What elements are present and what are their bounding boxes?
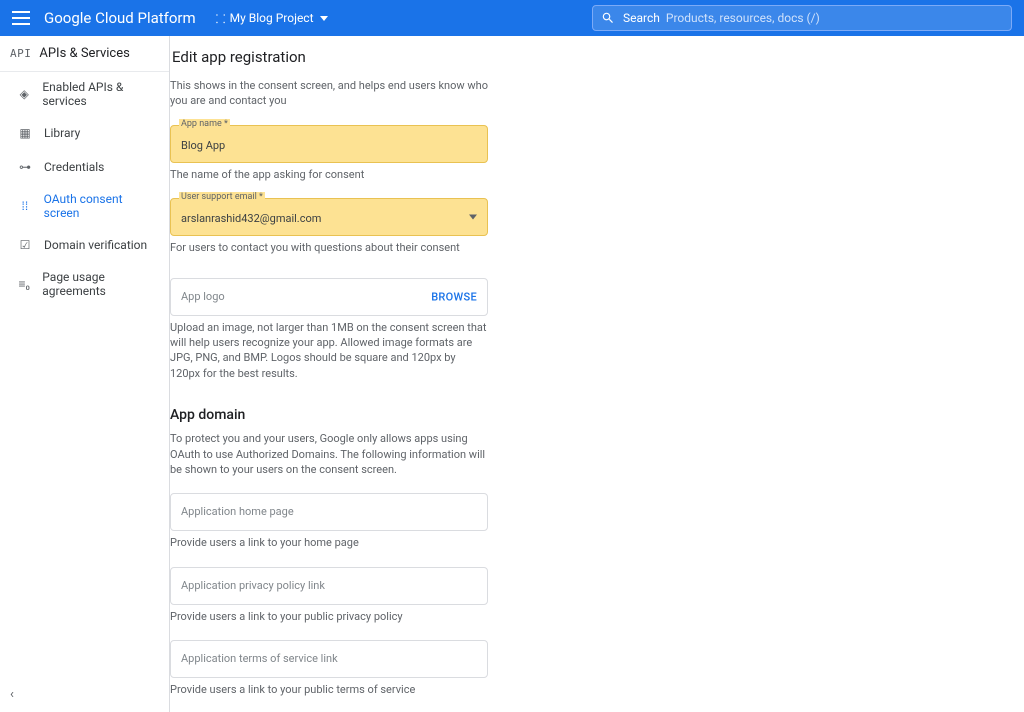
library-icon: ▦ — [16, 124, 34, 142]
chevron-down-icon[interactable] — [469, 215, 477, 220]
sidebar: API APIs & Services ◈ Enabled APIs & ser… — [0, 36, 170, 712]
sidebar-item-library[interactable]: ▦ Library — [0, 116, 169, 150]
field-placeholder: Application home page — [181, 505, 294, 518]
field-helper: Provide users a link to your home page — [170, 535, 488, 550]
field-placeholder: App logo — [181, 290, 225, 303]
consent-icon: ⁞⁞ — [16, 197, 34, 215]
api-icon: API — [10, 47, 31, 60]
sidebar-item-label: Page usage agreements — [42, 270, 159, 298]
sidebar-item-page-usage[interactable]: ≡₀ Page usage agreements — [0, 262, 169, 306]
sidebar-item-domain[interactable]: ☑ Domain verification — [0, 228, 169, 262]
app-logo-field[interactable]: App logo BROWSE — [170, 278, 488, 316]
verify-icon: ☑ — [16, 236, 34, 254]
key-icon: ⊶ — [16, 158, 34, 176]
browse-button[interactable]: BROWSE — [431, 290, 477, 303]
hamburger-icon[interactable] — [12, 11, 30, 25]
field-label: App name * — [179, 119, 230, 129]
field-value: arslanrashid432@gmail.com — [181, 212, 321, 225]
sidebar-item-enabled[interactable]: ◈ Enabled APIs & services — [0, 72, 169, 116]
field-helper: Provide users a link to your public term… — [170, 682, 488, 697]
field-label: User support email * — [179, 192, 265, 202]
collapse-sidebar-icon[interactable]: ‹ — [10, 687, 14, 702]
field-helper: Upload an image, not larger than 1MB on … — [170, 320, 488, 382]
page-title: Edit app registration — [170, 48, 1024, 78]
project-selector[interactable]: ⸬ My Blog Project — [216, 10, 328, 27]
support-email-field[interactable]: User support email * arslanrashid432@gma… — [170, 198, 488, 236]
sidebar-item-label: OAuth consent screen — [44, 192, 159, 220]
project-name: My Blog Project — [230, 11, 314, 25]
intro-text: This shows in the consent screen, and he… — [170, 78, 488, 109]
agreement-icon: ≡₀ — [16, 275, 32, 293]
sidebar-title: API APIs & Services — [0, 36, 169, 72]
privacy-link-field[interactable]: Application privacy policy link — [170, 567, 488, 605]
app-domain-heading: App domain — [170, 407, 488, 423]
field-helper: The name of the app asking for consent — [170, 167, 488, 182]
tos-link-field[interactable]: Application terms of service link — [170, 640, 488, 678]
sidebar-item-oauth[interactable]: ⁞⁞ OAuth consent screen — [0, 184, 169, 228]
search-label: Search — [623, 11, 660, 25]
sidebar-item-label: Library — [44, 126, 80, 140]
field-value: Blog App — [181, 139, 225, 152]
platform-title: Google Cloud Platform — [44, 9, 196, 27]
field-helper: Provide users a link to your public priv… — [170, 609, 488, 624]
home-page-field[interactable]: Application home page — [170, 493, 488, 531]
project-icon: ⸬ — [216, 10, 226, 27]
dashboard-icon: ◈ — [16, 85, 32, 103]
search-placeholder: Products, resources, docs (/) — [666, 11, 820, 25]
search-bar[interactable]: Search Products, resources, docs (/) — [592, 5, 1012, 31]
field-placeholder: Application privacy policy link — [181, 579, 325, 592]
app-name-field[interactable]: App name * Blog App — [170, 125, 488, 163]
sidebar-item-credentials[interactable]: ⊶ Credentials — [0, 150, 169, 184]
sidebar-item-label: Credentials — [44, 160, 104, 174]
field-placeholder: Application terms of service link — [181, 652, 338, 665]
search-icon — [601, 11, 615, 25]
top-header: Google Cloud Platform ⸬ My Blog Project … — [0, 0, 1024, 36]
app-domain-desc: To protect you and your users, Google on… — [170, 431, 488, 477]
field-helper: For users to contact you with questions … — [170, 240, 488, 255]
chevron-down-icon — [320, 16, 328, 21]
main-content: Edit app registration This shows in the … — [170, 36, 1024, 712]
sidebar-item-label: Domain verification — [44, 238, 147, 252]
sidebar-item-label: Enabled APIs & services — [42, 80, 159, 108]
